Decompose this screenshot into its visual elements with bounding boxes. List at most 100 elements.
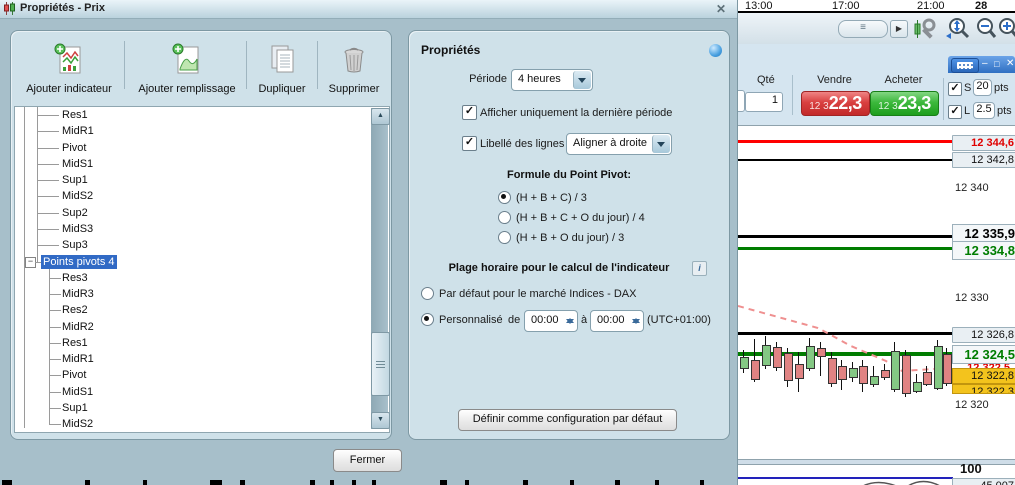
keyboard-button[interactable] [951,58,979,73]
limit-points-input[interactable]: 2.5 [973,102,995,119]
quantity-input[interactable]: 1 [745,92,783,112]
clipped-text-fragment [465,480,469,485]
chart-toolbar: ≡ ▶ [737,13,1015,45]
tree-item[interactable]: Sup1 [60,173,90,187]
delete-button[interactable]: Supprimer [321,39,387,97]
add-fill-icon [172,43,199,74]
add-indicator-button[interactable]: Ajouter indicateur [16,39,122,97]
candle-body [828,358,837,384]
tree-item[interactable]: MidS1 [60,157,95,171]
sell-button[interactable]: 12 322,3 [801,91,870,116]
chevron-down-icon[interactable] [573,71,591,89]
divider [246,41,247,89]
align-dropdown[interactable]: Aligner à droite [566,133,672,155]
close-dialog-button[interactable]: Fermer [333,449,402,472]
tree-item[interactable]: MidS2 [60,189,95,203]
close-panel-icon[interactable]: ✕ [1006,56,1014,72]
tree-item[interactable]: Res2 [60,303,90,317]
chevron-down-icon[interactable] [652,135,670,153]
tree-item[interactable]: MidS2 [60,417,95,431]
default-market-radio[interactable] [421,287,434,300]
tree-item[interactable]: MidS3 [60,222,95,236]
set-default-config-button[interactable]: Définir comme configuration par défaut [458,409,677,431]
tree-item[interactable]: Res1 [60,336,90,350]
tree-item[interactable]: Sup1 [60,401,90,415]
add-indicator-icon [54,43,81,74]
minimize-icon[interactable]: – [982,56,988,72]
tree-item[interactable]: Res3 [60,271,90,285]
add-fill-button[interactable]: Ajouter remplissage [131,39,243,97]
clipped-text-fragment [523,480,528,485]
scroll-thumb[interactable] [371,332,390,396]
axis-price-last: 12 322,8 [952,368,1015,384]
tree-item[interactable]: MidR1 [60,352,96,366]
formula-radio[interactable] [498,231,511,244]
formula-option-label: (H + B + C + O du jour) / 4 [516,212,645,224]
indicator-tree[interactable]: Res1 MidR1 Pivot MidS1 Sup1 MidS2 Sup2 MidS3 Sup… [14,106,390,433]
tree-branch-line [37,196,59,198]
zoom-in-icon[interactable] [997,16,1015,42]
formula-radio[interactable] [498,191,511,204]
stop-checkbox[interactable]: ✓ [948,82,962,96]
candle-body [817,348,826,357]
tree-item[interactable]: Pivot [60,368,88,382]
scroll-down-icon[interactable]: ▼ [371,412,390,429]
tree-item[interactable]: MidS1 [60,385,95,399]
buy-button[interactable]: 12 323,3 [870,91,939,116]
zoom-vertical-icon[interactable] [943,16,973,42]
tree-item[interactable]: MidR1 [60,124,96,138]
limit-checkbox[interactable]: ✓ [948,105,962,119]
formula-radio[interactable] [498,211,511,224]
keyboard-icon [957,62,973,69]
candle-body [784,353,793,381]
maximize-icon[interactable]: □ [994,56,999,72]
indicator-curve [863,480,940,485]
indicator-axis-tick: 100 [960,461,982,476]
custom-range-radio[interactable] [421,313,434,326]
tree-item-selected[interactable]: Points pivots 4 [41,254,117,269]
axis-price-ms1-daily: 12 334,8 [952,241,1015,260]
tree-scrollbar[interactable]: ▲ ▼ [371,108,390,429]
spinner-arrows-icon[interactable] [631,313,640,329]
last-period-label: Afficher uniquement la dernière période [480,107,673,119]
tree-item[interactable]: Sup2 [60,206,90,220]
scroll-up-icon[interactable]: ▲ [371,108,390,125]
timeframe-selector[interactable]: ≡ [838,20,888,38]
info-icon[interactable]: i [692,261,707,276]
candle-body [902,355,911,394]
candlestick-icon [4,2,15,15]
divider [317,41,318,89]
dialog-title: Propriétés - Prix [20,2,105,14]
candle-body [943,354,952,384]
clipped-text-fragment [570,480,574,485]
dialog-close-icon[interactable]: ✕ [712,1,730,17]
zoom-out-icon[interactable] [975,16,997,42]
time-to-spinner[interactable]: 00:00 [590,310,644,332]
duplicate-button[interactable]: Dupliquer [250,39,314,97]
clipped-text-fragment [210,480,222,485]
period-dropdown[interactable]: 4 heures [511,69,593,91]
help-bubble-icon[interactable] [709,44,722,57]
time-from-spinner[interactable]: 00:00 [524,310,578,332]
axis-price: 12 342,8 [952,152,1015,168]
dialog-titlebar[interactable]: Propriétés - Prix ✕ [0,0,737,19]
last-period-checkbox[interactable]: ✓ [462,105,477,120]
properties-dialog: Propriétés - Prix ✕ Ajouter indicateur A… [0,0,738,485]
candle-body [751,360,760,380]
expand-arrow-button[interactable]: ▶ [890,20,908,38]
spinner-arrows-icon[interactable] [565,313,574,329]
tree-item[interactable]: Res1 [60,108,90,122]
chart-settings-wrench-icon[interactable] [912,16,938,42]
stop-points-input[interactable]: 20 [973,79,992,96]
tree-item[interactable]: Pivot [60,141,88,155]
time-tick: 21:00 [917,0,945,12]
axis-tick: 12 320 [955,399,989,411]
tree-item[interactable]: MidR2 [60,320,96,334]
line-labels-checkbox[interactable]: ✓ [462,136,477,151]
tree-item[interactable]: Sup3 [60,238,90,252]
clipped-text-fragment [372,480,376,485]
candle-body [913,382,922,392]
tree-branch-line [37,180,59,182]
tree-item[interactable]: MidR3 [60,287,96,301]
candle-body [870,376,879,385]
